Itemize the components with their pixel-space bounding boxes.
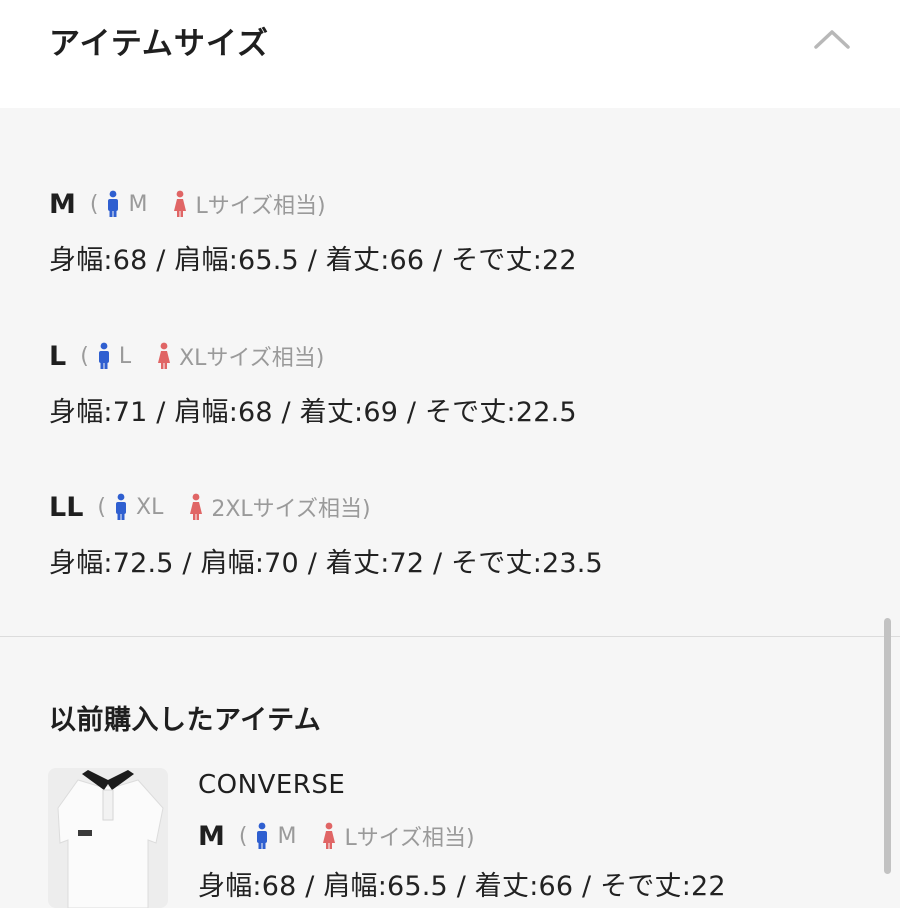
brand-name: CONVERSE	[198, 770, 346, 800]
female-equivalent: 2XLサイズ相当)	[181, 491, 371, 523]
male-equivalent: M	[247, 822, 296, 850]
open-paren: (	[80, 343, 89, 369]
male-size: M	[128, 191, 148, 217]
open-paren: (	[89, 191, 99, 217]
previous-item-size: M ( M Lサイズ相当) 身幅:68 / 肩幅:65.5 / 着丈:66 / …	[198, 816, 726, 903]
measurements: 身幅:68 / 肩幅:65.5 / 着丈:66 / そで丈:22	[49, 245, 577, 276]
measurements: 身幅:71 / 肩幅:68 / 着丈:69 / そで丈:22.5	[49, 397, 577, 428]
page-title: アイテムサイズ	[49, 26, 269, 62]
measurements: 身幅:72.5 / 肩幅:70 / 着丈:72 / そで丈:23.5	[49, 548, 603, 579]
male-equivalent: M	[98, 190, 147, 218]
male-figure-icon	[257, 822, 268, 849]
male-equivalent: XL	[106, 493, 163, 521]
female-figure-icon	[323, 822, 336, 849]
size-header: M ( M Lサイズ相当)	[49, 184, 577, 224]
open-paren: (	[97, 494, 107, 520]
female-size: Lサイズ相当)	[344, 826, 475, 851]
female-size: XLサイズ相当)	[179, 346, 325, 371]
size-label: M	[49, 188, 76, 220]
female-size: Lサイズ相当)	[195, 194, 326, 219]
size-label: M	[198, 820, 225, 852]
male-size: L	[118, 343, 132, 369]
female-equivalent: Lサイズ相当)	[314, 820, 475, 852]
female-figure-icon	[158, 342, 171, 369]
product-thumbnail[interactable]	[48, 768, 168, 908]
polo-shirt-image	[48, 768, 168, 908]
male-figure-icon	[116, 493, 127, 520]
size-header: LL ( XL 2XLサイズ相当)	[49, 487, 603, 527]
size-row-ll: LL ( XL 2XLサイズ相当) 身幅:72.5 / 肩幅:70 / 着丈:7…	[49, 487, 603, 580]
female-figure-icon	[174, 190, 187, 217]
male-figure-icon	[98, 342, 109, 369]
size-header: M ( M Lサイズ相当)	[198, 816, 726, 856]
male-size: M	[277, 823, 297, 849]
size-row-m: M ( M Lサイズ相当) 身幅:68 / 肩幅:65.5 / 着丈:66 / …	[49, 184, 577, 277]
size-label: LL	[49, 491, 84, 523]
chevron-up-icon[interactable]	[812, 26, 852, 52]
section-divider	[0, 636, 900, 637]
size-header: L ( L XLサイズ相当)	[49, 336, 577, 376]
female-figure-icon	[190, 493, 203, 520]
previous-items-title: 以前購入したアイテム	[49, 705, 322, 736]
measurements: 身幅:68 / 肩幅:65.5 / 着丈:66 / そで丈:22	[198, 871, 726, 902]
female-equivalent: XLサイズ相当)	[149, 340, 324, 372]
size-row-l: L ( L XLサイズ相当) 身幅:71 / 肩幅:68 / 着丈:69 / そ…	[49, 336, 577, 429]
size-label: L	[49, 340, 67, 372]
male-figure-icon	[108, 190, 119, 217]
open-paren: (	[238, 823, 248, 849]
male-equivalent: L	[89, 342, 131, 370]
item-size-header[interactable]: アイテムサイズ	[0, 0, 900, 108]
scrollbar[interactable]	[884, 618, 891, 874]
female-size: 2XLサイズ相当)	[211, 497, 371, 522]
male-size: XL	[136, 494, 164, 520]
female-equivalent: Lサイズ相当)	[165, 188, 326, 220]
